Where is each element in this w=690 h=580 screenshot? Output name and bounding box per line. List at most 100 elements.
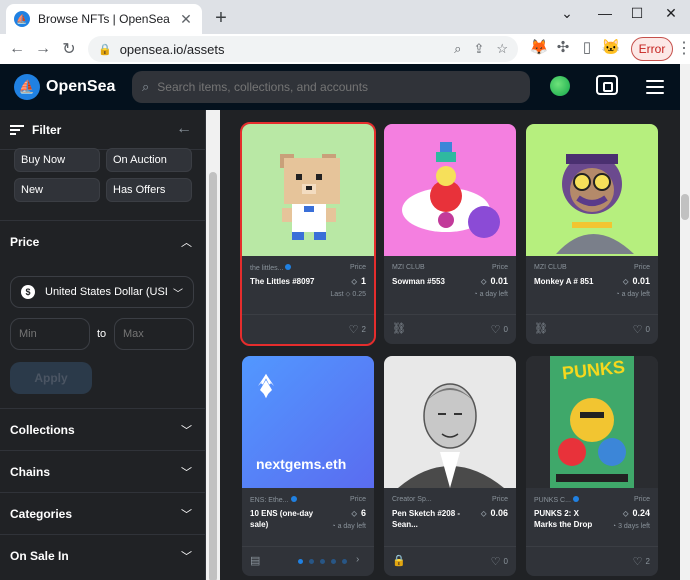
nft-card[interactable]: MZI CLUB Sowman #553 Price ⬦ 0.01 ◔ a day…	[384, 124, 516, 344]
heart-icon[interactable]: ♡	[633, 323, 643, 336]
nft-name[interactable]: Sowman #553	[392, 276, 462, 287]
new-tab-button[interactable]: +	[210, 6, 232, 30]
card-footer: ♡ 2	[526, 546, 658, 576]
address-bar[interactable]: 🔒 opensea.io/assets ⌕ ⇪ ☆	[88, 36, 518, 62]
nft-name[interactable]: Pen Sketch #208 - Sean...	[392, 508, 462, 530]
nft-card[interactable]: the littles... The Littles #8097 Price ⬦…	[240, 122, 376, 346]
metamask-fox-icon[interactable]: 🦊	[528, 38, 550, 56]
filter-sidebar: Filter ← Buy Now On Auction New Has Offe…	[0, 110, 206, 580]
collection-name[interactable]: PUNKS C...	[534, 496, 600, 504]
browser-tab[interactable]: ⛵ Browse NFTs | OpenSea ✕	[6, 4, 202, 34]
opensea-logo-icon[interactable]: ⛵	[14, 74, 40, 100]
chip-new[interactable]: New	[14, 178, 100, 202]
maximize-button[interactable]: ☐	[622, 2, 652, 24]
profile-error-button[interactable]: Error	[631, 37, 673, 61]
time-left: ◔ 3 days left	[611, 523, 650, 530]
heart-icon[interactable]: ♡	[491, 555, 501, 568]
nft-name[interactable]: 10 ENS (one-day sale)	[250, 508, 320, 530]
nft-name[interactable]: The Littles #8097	[250, 276, 320, 287]
chevron-down-icon: ﹀	[181, 550, 192, 563]
dollar-icon: $	[21, 285, 35, 299]
min-price-input[interactable]	[10, 318, 90, 350]
time-left: ◔ a day left	[615, 291, 650, 298]
brand-name[interactable]: OpenSea	[46, 78, 115, 96]
bundle-icon[interactable]: ▤	[250, 554, 260, 567]
forward-arrow-icon[interactable]: →	[30, 40, 56, 58]
collection-name[interactable]: ENS: Ethe...	[250, 496, 316, 504]
collections-label: Collections	[10, 422, 75, 437]
nft-card[interactable]: MZI CLUB Monkey A # 851 Price ⬦ 0.01 ◔ a …	[526, 124, 658, 344]
collection-name[interactable]: the littles...	[250, 264, 316, 272]
collections-section[interactable]: Collections ﹀	[0, 408, 206, 450]
nft-image[interactable]	[384, 356, 516, 488]
heart-icon[interactable]: ♡	[349, 323, 359, 336]
reload-icon[interactable]: ↻	[56, 39, 82, 59]
verified-badge-icon	[290, 496, 297, 502]
nft-image[interactable]: PUNKS	[526, 356, 658, 488]
sidebar-scrollbar[interactable]	[206, 110, 220, 580]
chip-has-offers[interactable]: Has Offers	[106, 178, 192, 202]
tab-search-chevron-icon[interactable]: ⌄	[552, 2, 582, 24]
categories-label: Categories	[10, 506, 73, 521]
side-panel-icon[interactable]: ▯	[576, 38, 598, 56]
minimize-button[interactable]: —	[590, 2, 620, 24]
nft-image[interactable]: nextgems.eth	[242, 356, 374, 488]
zoom-icon[interactable]: ⌕	[454, 41, 461, 57]
price-label: Price	[492, 264, 508, 271]
verified-badge-icon	[285, 264, 292, 270]
page-scrollbar[interactable]	[680, 64, 690, 580]
collapse-arrow-icon[interactable]: ←	[176, 120, 192, 138]
collection-name[interactable]: MZI CLUB	[534, 264, 600, 271]
nft-card[interactable]: nextgems.eth ENS: Ethe... 10 ENS (one-da…	[242, 356, 374, 576]
share-icon[interactable]: ⇪	[473, 41, 484, 57]
search-box[interactable]: ⌕	[132, 71, 530, 103]
link-icon[interactable]: ⛓	[534, 322, 548, 335]
chevron-right-icon[interactable]: ›	[356, 554, 359, 565]
nft-card[interactable]: Creator Sp... Pen Sketch #208 - Sean... …	[384, 356, 516, 576]
close-window-button[interactable]: ✕	[656, 2, 686, 24]
link-icon[interactable]: ⛓	[392, 322, 406, 335]
bookmark-star-icon[interactable]: ☆	[496, 41, 508, 57]
url-text: opensea.io/assets	[119, 41, 225, 57]
chip-on-auction[interactable]: On Auction	[106, 148, 192, 172]
filter-icon	[10, 123, 24, 137]
carousel-dots[interactable]	[298, 559, 353, 564]
nft-image[interactable]	[384, 124, 516, 256]
price-section-header[interactable]: Price ︿	[0, 220, 206, 262]
like-count: 0	[645, 325, 650, 334]
heart-icon[interactable]: ♡	[491, 323, 501, 336]
nft-image[interactable]	[526, 124, 658, 256]
categories-section[interactable]: Categories ﹀	[0, 492, 206, 534]
like-count: 0	[503, 557, 508, 566]
price-label: Price	[634, 264, 650, 271]
opensea-page: ⛵ OpenSea ⌕ Filter ← Buy Now On Auction …	[0, 64, 690, 580]
wallet-icon[interactable]	[596, 75, 618, 95]
chevron-down-icon: ﹀	[181, 508, 192, 521]
account-avatar[interactable]	[550, 76, 570, 96]
currency-value: United States Dollar (USD)	[45, 286, 167, 298]
currency-select[interactable]: $ United States Dollar (USD) ﹀	[10, 276, 194, 308]
browser-menu-icon[interactable]: ⋮	[676, 38, 690, 58]
nft-image[interactable]	[242, 124, 374, 256]
max-price-input[interactable]	[114, 318, 194, 350]
heart-icon[interactable]: ♡	[633, 555, 643, 568]
price-label: Price	[492, 496, 508, 503]
eth-icon: ⬦	[351, 509, 357, 518]
hamburger-menu-icon[interactable]	[646, 76, 664, 98]
chevron-down-icon: ﹀	[181, 466, 192, 479]
search-input[interactable]	[157, 80, 498, 94]
tab-close-icon[interactable]: ✕	[178, 11, 194, 28]
nft-name[interactable]: Monkey A # 851	[534, 276, 604, 287]
price-value: ⬦ 0.01	[480, 276, 508, 286]
nft-card[interactable]: PUNKS PUNKS C... PUNKS 2: X Marks the Dr…	[526, 356, 658, 576]
extensions-puzzle-icon[interactable]: ✣	[552, 38, 574, 56]
collection-name[interactable]: Creator Sp...	[392, 496, 458, 503]
chains-section[interactable]: Chains ﹀	[0, 450, 206, 492]
back-arrow-icon[interactable]: ←	[4, 40, 30, 58]
nft-name[interactable]: PUNKS 2: X Marks the Drop	[534, 508, 604, 530]
profile-avatar-icon[interactable]: 🐱	[600, 38, 622, 56]
chip-buy-now[interactable]: Buy Now	[14, 148, 100, 172]
on-sale-in-section[interactable]: On Sale In ﹀	[0, 534, 206, 576]
collection-name[interactable]: MZI CLUB	[392, 264, 458, 271]
apply-button[interactable]: Apply	[10, 362, 92, 394]
